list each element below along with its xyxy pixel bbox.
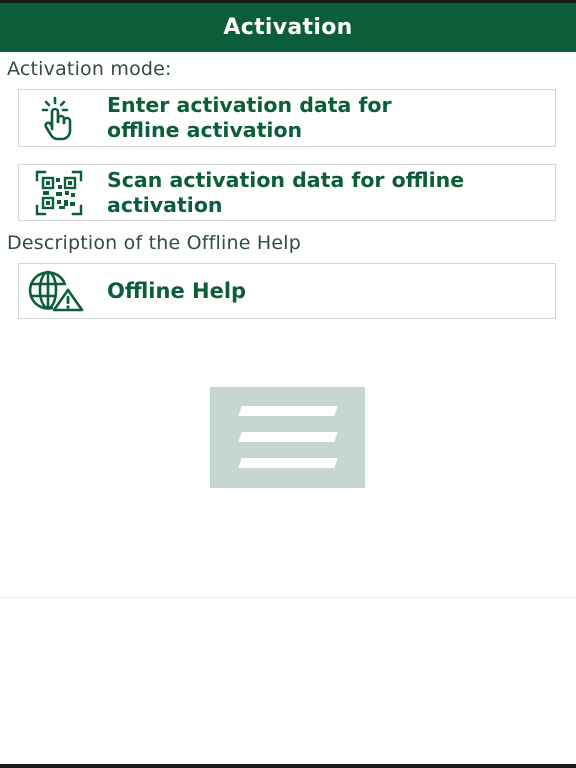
offline-help-label: Offline Help xyxy=(107,278,247,303)
placeholder-bar-2 xyxy=(238,432,338,442)
scan-activation-data-button[interactable]: Scan activation data for offline activat… xyxy=(18,164,556,221)
enter-activation-data-button[interactable]: Enter activation data for offline activa… xyxy=(18,89,556,147)
touch-hand-icon xyxy=(25,90,93,146)
enter-activation-line-2: offline activation xyxy=(107,118,303,142)
scan-activation-line-1: Scan activation data for offline xyxy=(107,167,465,192)
activation-screen: Activation Activation mode: Enter activa… xyxy=(0,0,576,768)
scan-activation-line-2: activation xyxy=(107,192,223,217)
offline-help-button[interactable]: Offline Help xyxy=(18,263,556,319)
enter-activation-line-1: Enter activation data for xyxy=(107,93,392,117)
offline-help-description-label: Description of the Offline Help xyxy=(7,232,302,254)
divider xyxy=(0,597,576,598)
bottom-edge xyxy=(0,764,576,768)
activation-mode-label: Activation mode: xyxy=(7,58,172,80)
placeholder-bar-3 xyxy=(238,458,338,468)
page-title: Activation xyxy=(223,15,353,40)
app-header: Activation xyxy=(0,3,576,52)
loading-placeholder-icon xyxy=(210,387,365,488)
placeholder-bar-1 xyxy=(238,406,338,416)
globe-warning-icon xyxy=(25,264,93,318)
qr-code-scan-icon xyxy=(25,165,93,220)
